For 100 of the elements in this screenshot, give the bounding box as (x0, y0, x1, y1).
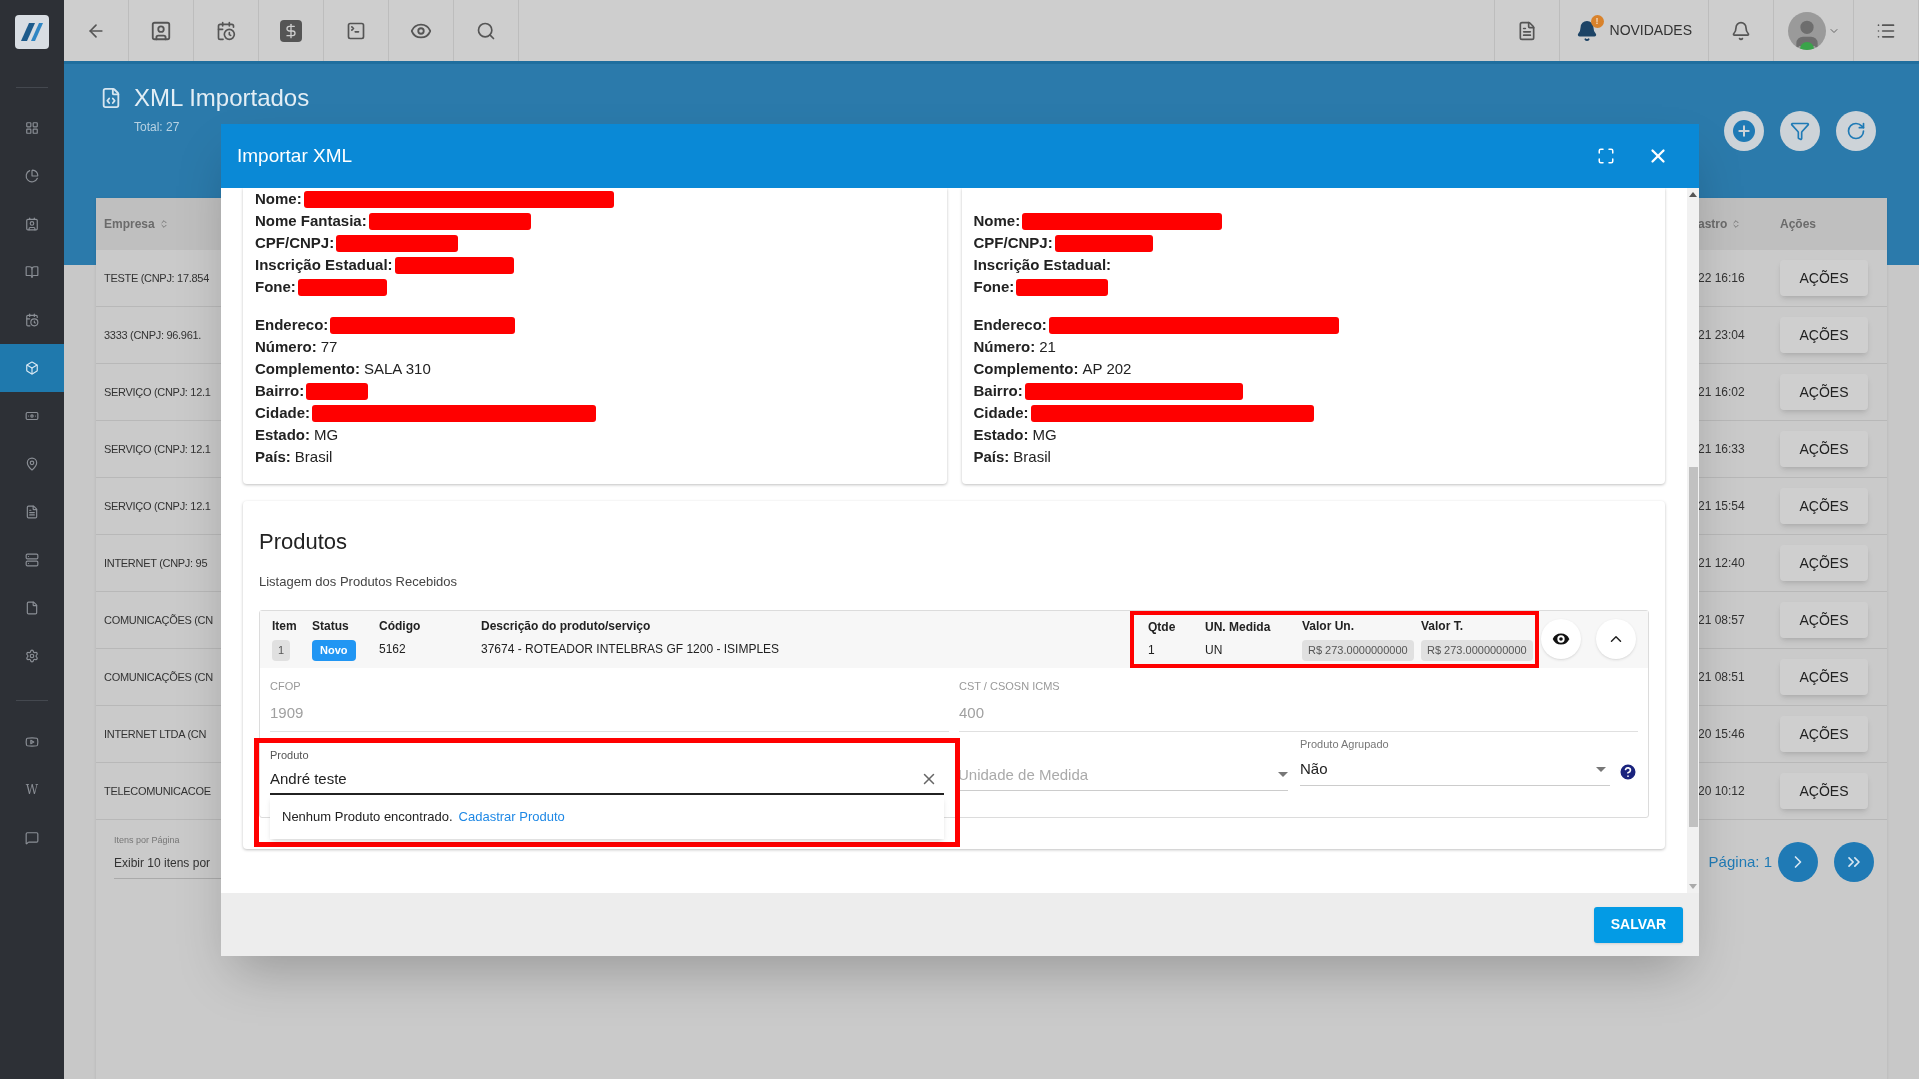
maximize-icon[interactable] (1597, 147, 1615, 165)
actions-button[interactable]: AÇÕES (1780, 773, 1868, 809)
column-header: Ações (1780, 217, 1817, 231)
field-label: Complemento: (973, 358, 1079, 379)
field-label: Número: (973, 336, 1036, 357)
column-header: Status (312, 618, 350, 636)
next-page-button[interactable] (1778, 842, 1818, 882)
help-icon[interactable] (1618, 761, 1638, 782)
pie-chart-icon (25, 169, 39, 183)
field-label: Nome: (255, 188, 302, 209)
field-label: Endereco: (973, 314, 1047, 335)
table-cell-text: UN (1205, 642, 1224, 659)
filter-icon (1790, 121, 1810, 141)
field-value: Brasil (1013, 446, 1051, 467)
actions-button[interactable]: AÇÕES (1780, 545, 1868, 581)
actions-button[interactable]: AÇÕES (1780, 431, 1868, 467)
actions-button[interactable]: AÇÕES (1780, 260, 1868, 296)
server-icon (25, 553, 39, 567)
table-cell: SERVIÇO (CNPJ: 12.1 (104, 443, 211, 455)
table-cell: 21 16:02 (1698, 385, 1745, 399)
view-button[interactable] (1541, 619, 1581, 659)
per-page-label: Itens por Página (114, 834, 181, 847)
field-value: 77 (320, 336, 338, 357)
sort-icon (1731, 219, 1742, 229)
field-label: CPF/CNPJ: (973, 232, 1053, 253)
field-label: Cidade: (255, 402, 310, 423)
actions-button[interactable]: AÇÕES (1780, 488, 1868, 524)
field-label: Estado: (973, 424, 1029, 445)
value-chip: R$ 273.0000000000 (1302, 640, 1414, 661)
field-label: Cidade: (973, 402, 1029, 423)
bell-icon (1731, 20, 1751, 41)
document-icon (25, 505, 39, 519)
column-header: Item (272, 618, 298, 636)
table-cell: 22 16:16 (1698, 271, 1745, 285)
status-badge: Novo (312, 640, 356, 661)
field-value: Brasil (294, 446, 333, 467)
sidebar-item[interactable]: W (0, 766, 64, 814)
column-header: Valor Un. (1302, 618, 1355, 636)
table-cell: COMUNICAÇÕES (CN (104, 671, 213, 683)
news-button[interactable]: ! NOVIDADES (1559, 0, 1709, 61)
actions-button[interactable]: AÇÕES (1780, 659, 1868, 695)
table-cell: TESTE (CNPJ: 17.854 (104, 272, 209, 284)
filter-button[interactable] (1780, 111, 1820, 151)
column-header: Código (379, 618, 422, 636)
grid-icon (25, 121, 39, 135)
actions-button[interactable]: AÇÕES (1780, 716, 1868, 752)
field-label: Fone: (973, 276, 1015, 297)
xml-file-icon (100, 87, 122, 109)
field-value: AP 202 (1082, 358, 1132, 379)
add-button[interactable] (1724, 111, 1764, 151)
section-subtitle: Listagem dos Produtos Recebidos (259, 573, 458, 591)
table-cell: TELECOMUNICACOE (104, 785, 211, 797)
plus-icon (1733, 120, 1755, 142)
register-product-link[interactable]: Cadastrar Produto (458, 807, 565, 827)
table-cell: 21 15:54 (1698, 499, 1745, 513)
sidebar-item[interactable] (0, 344, 64, 392)
actions-button[interactable]: AÇÕES (1780, 374, 1868, 410)
notification-badge: ! (1590, 14, 1604, 28)
refresh-icon (1846, 121, 1866, 141)
sort-icon (158, 219, 169, 229)
section-title: Produtos (259, 528, 349, 556)
field-label: Estado: (255, 424, 310, 445)
table-cell: INTERNET LTDA (CN (104, 728, 207, 740)
table-cell: 21 12:40 (1698, 556, 1745, 570)
table-cell: 20 10:12 (1698, 784, 1745, 798)
calendar-clock-icon (216, 20, 236, 41)
terminal-icon (346, 20, 366, 41)
table-cell: 21 23:04 (1698, 328, 1745, 342)
column-header: Qtde (1148, 619, 1177, 636)
map-pin-icon (25, 457, 39, 471)
field-label: Número: (255, 336, 317, 357)
contact-card-icon (25, 217, 39, 231)
field-label: Nome Fantasia: (255, 210, 367, 231)
refresh-button[interactable] (1836, 111, 1876, 151)
table-cell-text: 37674 - ROTEADOR INTELBRAS GF 1200 - ISIMPLES (481, 641, 780, 659)
field-label: País: (255, 446, 291, 467)
actions-button[interactable]: AÇÕES (1780, 602, 1868, 638)
banknote-icon (25, 409, 39, 423)
table-cell-text: 5162 (379, 641, 407, 659)
last-page-button[interactable] (1834, 842, 1874, 882)
table-cell-text: 1 (1148, 642, 1156, 659)
table-cell: SERVIÇO (CNPJ: 12.1 (104, 386, 211, 398)
table-cell: 21 08:51 (1698, 670, 1745, 684)
news-label: NOVIDADES (1609, 21, 1692, 40)
box-icon (25, 361, 39, 375)
contact-icon (150, 19, 172, 42)
chat-icon (25, 831, 39, 845)
field-value: MG (314, 424, 339, 445)
file-icon (25, 601, 39, 615)
dropdown-caret (1596, 766, 1606, 772)
grouped-select[interactable]: Produto Agrupado Não (1300, 735, 1610, 786)
field-label: Complemento: (255, 358, 360, 379)
actions-button[interactable]: AÇÕES (1780, 317, 1868, 353)
column-header: Descrição do produto/serviço (481, 618, 652, 636)
field-value: MG (1032, 424, 1057, 445)
field-label: Bairro: (973, 380, 1023, 401)
field-label: Inscrição Estadual: (973, 254, 1112, 275)
play-icon (25, 735, 39, 749)
table-cell: 3333 (CNPJ: 96.961. (104, 329, 202, 341)
column-header: UN. Medida (1205, 619, 1272, 636)
